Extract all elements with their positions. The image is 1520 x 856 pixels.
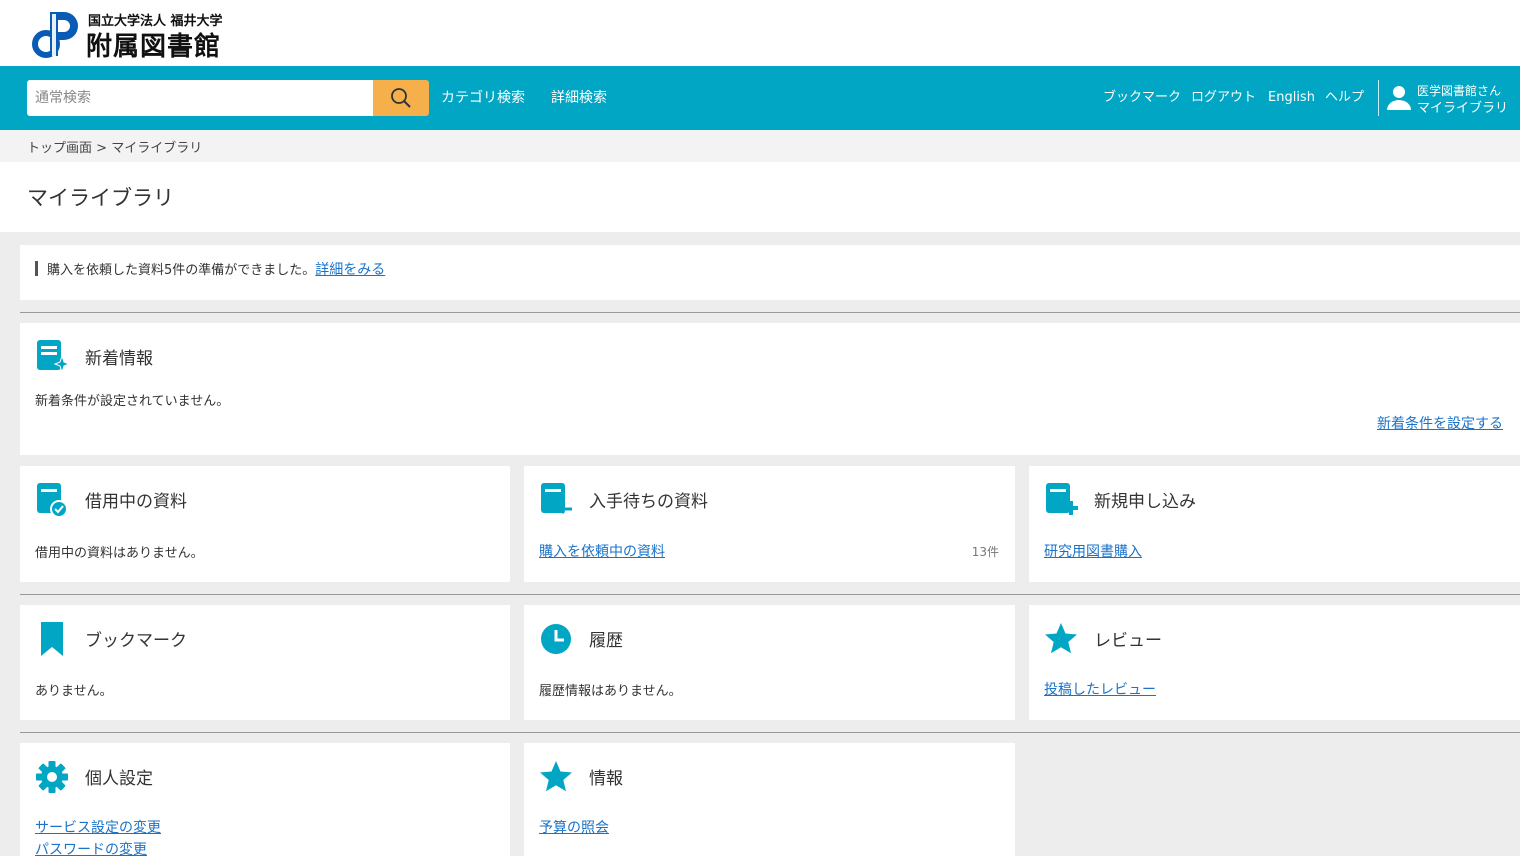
info-title: 情報 xyxy=(589,769,623,789)
new-book-icon xyxy=(37,340,69,374)
history-title: 履歴 xyxy=(589,631,623,651)
purchase-request-link[interactable]: 購入を依頼中の資料 xyxy=(539,541,665,561)
notice-detail-link[interactable]: 詳細をみる xyxy=(315,262,385,278)
divider xyxy=(20,732,1520,733)
add-book-icon xyxy=(1046,483,1078,515)
bookmark-link[interactable]: ブックマーク xyxy=(1103,66,1181,130)
borrowing-title: 借用中の資料 xyxy=(85,492,187,512)
advanced-search-link[interactable]: 詳細検索 xyxy=(551,66,607,130)
breadcrumb: トップ画面 > マイライブラリ xyxy=(0,130,1520,162)
borrowed-book-icon xyxy=(37,483,68,518)
library-logo[interactable]: 国立大学法人 福井大学 附属図書館 xyxy=(30,8,250,62)
bookmark-card: ブックマーク ありません。 xyxy=(20,605,510,720)
waiting-card: 入手待ちの資料 購入を依頼中の資料 13件 xyxy=(524,466,1015,582)
research-book-purchase-link[interactable]: 研究用図書購入 xyxy=(1044,541,1142,561)
nav-divider xyxy=(1378,80,1379,116)
notice-panel: 購入を依頼した資料5件の準備ができました。詳細をみる xyxy=(20,245,1520,300)
new-info-title: 新着情報 xyxy=(85,349,153,369)
notice-marker xyxy=(35,261,38,276)
star-icon xyxy=(1045,623,1077,654)
waiting-book-icon xyxy=(541,483,572,515)
review-card: レビュー 投稿したレビュー xyxy=(1029,605,1520,720)
user-icon xyxy=(1387,86,1411,110)
breadcrumb-home[interactable]: トップ画面 xyxy=(27,141,92,156)
history-card: 履歴 履歴情報はありません。 xyxy=(524,605,1015,720)
budget-inquiry-link[interactable]: 予算の照会 xyxy=(539,817,609,837)
new-info-panel: 新着情報 新着条件が設定されていません。 新着条件を設定する xyxy=(20,323,1520,455)
bookmark-text: ありません。 xyxy=(35,684,113,699)
user-mylibrary: マイライブラリ xyxy=(1417,101,1509,116)
gear-icon xyxy=(36,761,68,793)
posted-reviews-link[interactable]: 投稿したレビュー xyxy=(1044,679,1156,699)
header: 国立大学法人 福井大学 附属図書館 xyxy=(0,0,1520,66)
search-button[interactable] xyxy=(373,80,429,116)
history-text: 履歴情報はありません。 xyxy=(539,684,682,699)
search-input[interactable] xyxy=(27,80,373,116)
service-settings-link[interactable]: サービス設定の変更 xyxy=(35,817,161,837)
borrowing-card: 借用中の資料 借用中の資料はありません。 xyxy=(20,466,510,582)
page-title: マイライブラリ xyxy=(27,186,174,210)
category-search-link[interactable]: カテゴリ検索 xyxy=(441,66,525,130)
logo-title: 附属図書館 xyxy=(86,32,222,62)
set-new-condition-link[interactable]: 新着条件を設定する xyxy=(1377,413,1503,433)
waiting-title: 入手待ちの資料 xyxy=(589,492,708,512)
settings-title: 個人設定 xyxy=(85,769,153,789)
title-bar: マイライブラリ xyxy=(0,162,1520,232)
new-request-title: 新規申し込み xyxy=(1094,492,1196,512)
breadcrumb-current: マイライブラリ xyxy=(111,141,203,156)
change-password-link[interactable]: パスワードの変更 xyxy=(35,839,147,856)
search-icon xyxy=(391,88,411,108)
divider xyxy=(20,594,1520,595)
divider xyxy=(20,312,1520,313)
new-request-card: 新規申し込み 研究用図書購入 xyxy=(1029,466,1520,582)
review-title: レビュー xyxy=(1094,631,1162,651)
star-icon xyxy=(540,761,572,792)
breadcrumb-separator: > xyxy=(96,141,108,156)
navbar: カテゴリ検索 詳細検索 ブックマーク ログアウト English ヘルプ 医学図… xyxy=(0,66,1520,130)
settings-card: 個人設定 サービス設定の変更 パスワードの変更 xyxy=(20,743,510,856)
help-link[interactable]: ヘルプ xyxy=(1325,66,1364,130)
notice-text: 購入を依頼した資料5件の準備ができました。 xyxy=(47,263,316,278)
new-info-text: 新着条件が設定されていません。 xyxy=(35,394,230,409)
clock-icon xyxy=(541,624,571,654)
info-card: 情報 予算の照会 xyxy=(524,743,1015,856)
university-logo-icon xyxy=(32,12,78,58)
user-menu[interactable]: 医学図書館さん マイライブラリ xyxy=(1386,80,1516,116)
bookmark-icon xyxy=(41,622,63,656)
borrowing-text: 借用中の資料はありません。 xyxy=(35,546,204,561)
request-count: 13件 xyxy=(971,545,999,559)
bookmark-title: ブックマーク xyxy=(85,631,187,651)
logout-link[interactable]: ログアウト xyxy=(1191,66,1256,130)
english-link[interactable]: English xyxy=(1268,66,1315,130)
